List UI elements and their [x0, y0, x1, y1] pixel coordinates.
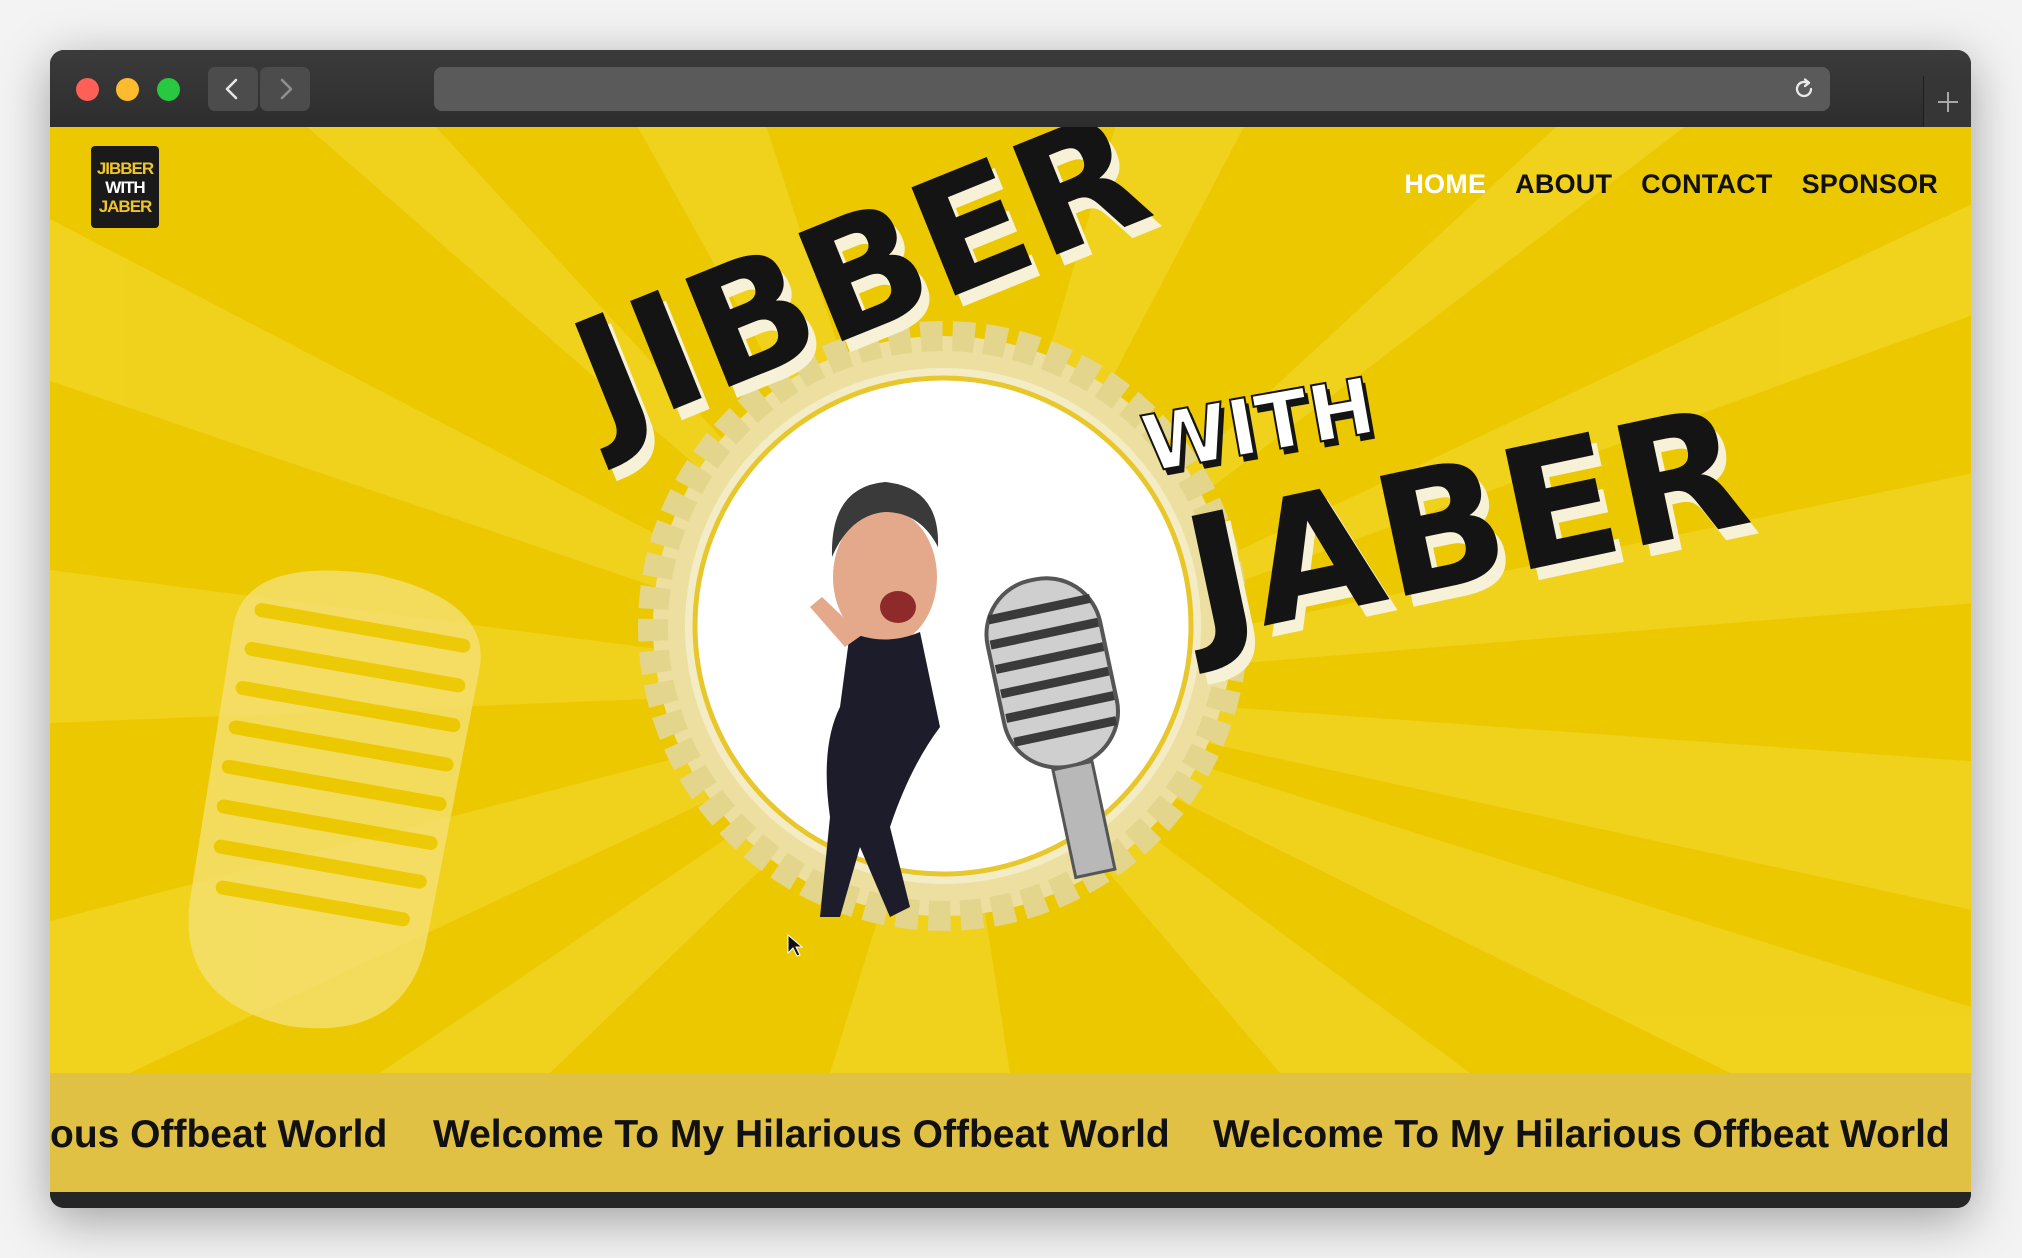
browser-toolbar — [50, 50, 1971, 127]
site-logo-line3: JABER — [98, 196, 153, 216]
ticker-text: Welcome To My Hilarious Offbeat World — [1213, 1113, 1950, 1156]
forward-button[interactable] — [260, 67, 310, 111]
welcome-ticker: ous Offbeat World Welcome To My Hilariou… — [50, 1073, 1971, 1192]
mouse-cursor-icon — [787, 933, 804, 957]
hero-background: JIBBER JIBBER WITH WITH JABER JABER — [50, 127, 1971, 1073]
nav-home-link[interactable]: HOME — [1404, 169, 1486, 200]
browser-window: JIBBER JIBBER WITH WITH JABER JABER JIBB… — [50, 50, 1971, 1208]
reload-icon[interactable] — [1792, 77, 1816, 101]
window-bottom-edge — [50, 1192, 1971, 1208]
chevron-left-icon — [225, 78, 238, 100]
maximize-window-button[interactable] — [157, 78, 180, 101]
plus-icon — [1938, 92, 1958, 112]
new-tab-button[interactable] — [1923, 76, 1971, 127]
ticker-text-partial: ous Offbeat World — [50, 1113, 388, 1156]
main-nav: HOME ABOUT CONTACT SPONSOR — [1404, 169, 1938, 200]
site-logo-line1: JIBBER — [96, 158, 154, 178]
site-logo-line2: WITH — [105, 177, 145, 197]
nav-contact-link[interactable]: CONTACT — [1641, 169, 1772, 200]
web-page: JIBBER JIBBER WITH WITH JABER JABER JIBB… — [50, 127, 1971, 1192]
address-bar[interactable] — [434, 67, 1830, 111]
back-button[interactable] — [208, 67, 258, 111]
close-window-button[interactable] — [76, 78, 99, 101]
site-logo[interactable]: JIBBER WITH JABER — [91, 146, 159, 228]
chevron-right-icon — [280, 78, 293, 100]
nav-sponsor-link[interactable]: SPONSOR — [1802, 169, 1938, 200]
ticker-text: Welcome To My Hilarious Offbeat World — [433, 1113, 1170, 1156]
minimize-window-button[interactable] — [116, 78, 139, 101]
hero-section: JIBBER JIBBER WITH WITH JABER JABER JIBB… — [50, 127, 1971, 1073]
nav-about-link[interactable]: ABOUT — [1515, 169, 1612, 200]
